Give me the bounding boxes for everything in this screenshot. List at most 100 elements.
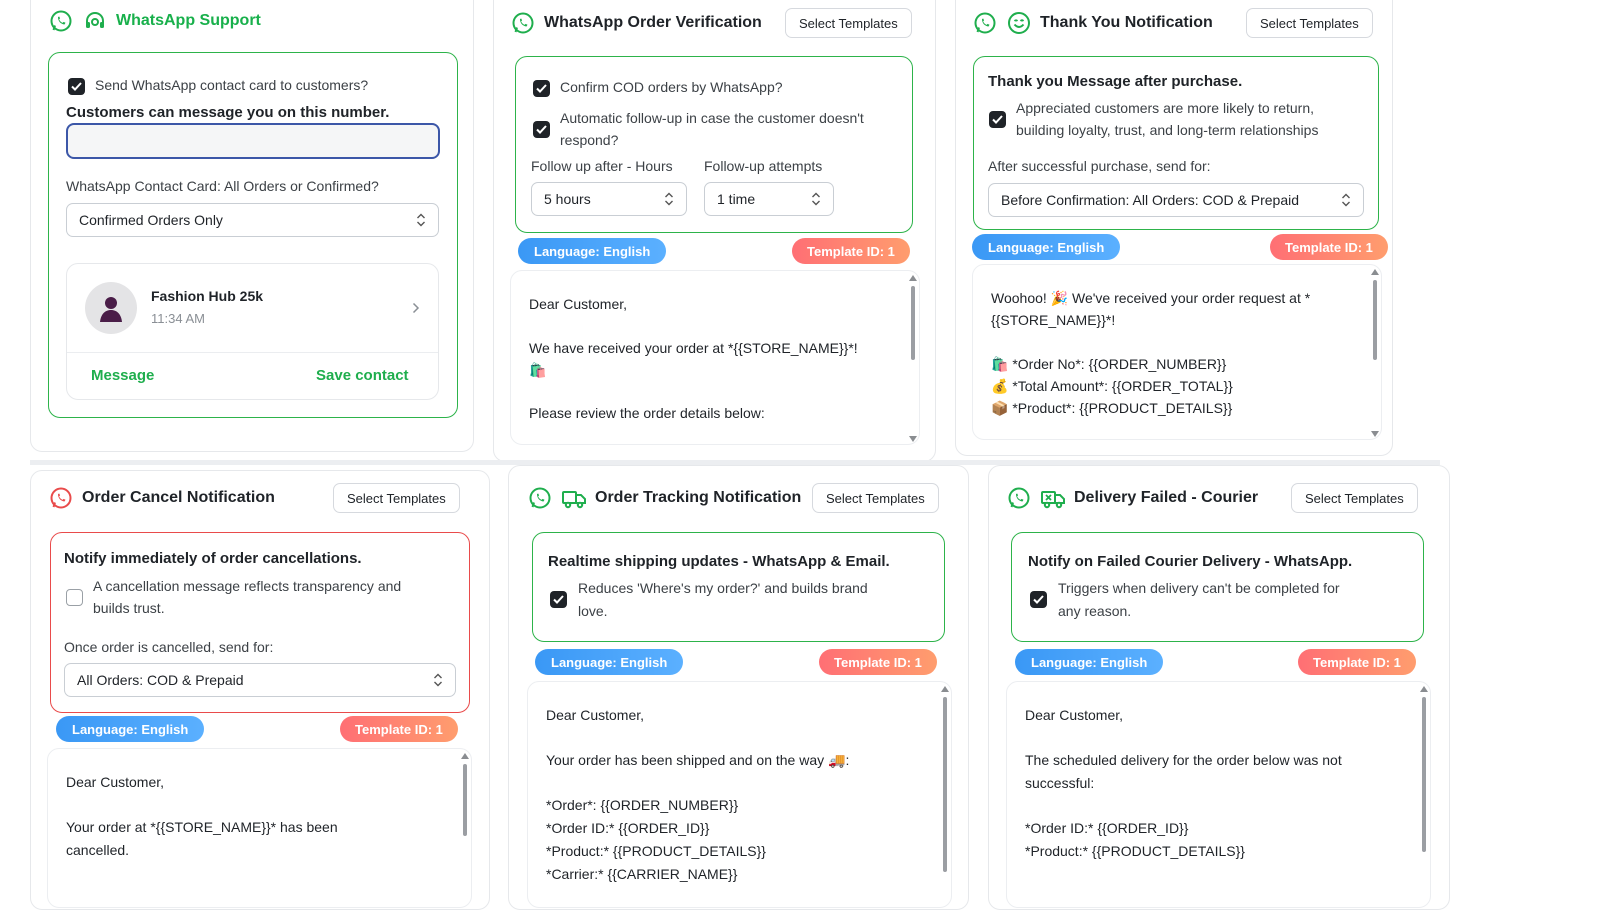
scroll-thumb[interactable] — [943, 697, 947, 872]
thank-you-settings-box: Thank you Message after purchase. Apprec… — [973, 56, 1379, 230]
scroll-down-arrow[interactable] — [909, 436, 917, 442]
auto-followup-checkbox[interactable] — [533, 121, 550, 138]
thank-you-header: Thank You Notification — [972, 10, 1213, 36]
chevron-right-icon[interactable] — [412, 302, 420, 314]
chevron-updown-icon — [812, 192, 820, 206]
scrollbar[interactable] — [1419, 684, 1429, 907]
scroll-up-arrow[interactable] — [941, 686, 949, 692]
cancel-send-for-select[interactable]: All Orders: COD & Prepaid — [64, 663, 456, 697]
message-line: *Carrier:* {{CARRIER_NAME}} — [546, 866, 738, 882]
order-verification-header: WhatsApp Order Verification — [510, 10, 762, 36]
contact-time: 11:34 AM — [151, 311, 205, 326]
verification-message-preview: Dear Customer, We have received your ord… — [510, 270, 920, 445]
followup-hours-select[interactable]: 5 hours — [531, 182, 687, 216]
message-line: 📦 *Product*: {{PRODUCT_DETAILS}} — [991, 400, 1233, 416]
whatsapp-icon — [48, 485, 74, 511]
chevron-updown-icon — [1342, 193, 1350, 207]
message-link[interactable]: Message — [91, 367, 154, 384]
message-line: The scheduled delivery for the order bel… — [1025, 752, 1342, 768]
thank-you-message-preview: Woohoo! 🎉 We've received your order requ… — [972, 264, 1382, 440]
message-line: *Order ID:* {{ORDER_ID}} — [1025, 820, 1189, 836]
cancel-template-id-badge: Template ID: 1 — [340, 716, 458, 742]
cancel-desc-line2: builds trust. — [93, 600, 165, 616]
tracking-select-templates-button[interactable]: Select Templates — [812, 483, 939, 513]
scrollbar[interactable] — [1370, 267, 1380, 439]
scroll-thumb[interactable] — [463, 764, 467, 836]
tracking-template-id-badge: Template ID: 1 — [819, 649, 937, 675]
confirm-cod-checkbox[interactable] — [533, 80, 550, 97]
thank-you-send-for-value: Before Confirmation: All Orders: COD & P… — [1001, 192, 1300, 208]
scroll-up-arrow[interactable] — [1371, 269, 1379, 275]
message-line: 💰 *Total Amount*: {{ORDER_TOTAL}} — [991, 378, 1233, 394]
message-line: cancelled. — [66, 842, 130, 858]
whatsapp-support-header: WhatsApp Support — [48, 8, 261, 34]
scrollbar[interactable] — [940, 684, 950, 907]
smile-icon — [1006, 10, 1032, 36]
tracking-settings-box: Realtime shipping updates - WhatsApp & E… — [532, 532, 945, 642]
contact-card-type-label: WhatsApp Contact Card: All Orders or Con… — [66, 178, 379, 194]
message-line: Dear Customer, — [1025, 707, 1124, 723]
thank-you-select-templates-button[interactable]: Select Templates — [1246, 8, 1373, 38]
message-line: We have received your order at *{{STORE_… — [529, 340, 858, 356]
followup-attempts-select[interactable]: 1 time — [704, 182, 834, 216]
cancel-select-templates-button[interactable]: Select Templates — [333, 483, 460, 513]
message-line: Dear Customer, — [66, 774, 165, 790]
message-line: 🛍️ *Order No*: {{ORDER_NUMBER}} — [991, 356, 1227, 372]
message-line: *Order*: {{ORDER_NUMBER}} — [546, 797, 739, 813]
failed-select-templates-button[interactable]: Select Templates — [1291, 483, 1418, 513]
message-line: successful: — [1025, 775, 1095, 791]
failed-enable-checkbox[interactable] — [1030, 591, 1047, 608]
scroll-thumb[interactable] — [1422, 697, 1426, 852]
verification-language-badge: Language: English — [518, 238, 667, 264]
scroll-down-arrow[interactable] — [1371, 431, 1379, 437]
whatsapp-icon — [972, 10, 998, 36]
order-tracking-header: Order Tracking Notification — [527, 485, 801, 511]
message-line: Your order at *{{STORE_NAME}}* has been — [66, 819, 338, 835]
failed-desc-line2: any reason. — [1058, 603, 1132, 619]
thank-you-enable-checkbox[interactable] — [989, 111, 1006, 128]
contact-card-divider — [67, 352, 438, 353]
avatar — [85, 282, 137, 334]
support-phone-input[interactable] — [66, 123, 440, 159]
verification-select-templates-button[interactable]: Select Templates — [785, 8, 912, 38]
scroll-up-arrow[interactable] — [461, 753, 469, 759]
verification-settings-box: Confirm COD orders by WhatsApp? Automati… — [515, 56, 913, 233]
auto-followup-label-line1: Automatic follow-up in case the customer… — [560, 110, 864, 126]
cancel-message-preview: Dear Customer, Your order at *{{STORE_NA… — [47, 748, 472, 908]
thank-you-desc-line1: Appreciated customers are more likely to… — [1016, 100, 1315, 116]
order-tracking-title: Order Tracking Notification — [595, 489, 802, 506]
thank-you-box-title: Thank you Message after purchase. — [988, 73, 1243, 90]
cancel-language-badge: Language: English — [56, 716, 205, 742]
scroll-up-arrow[interactable] — [909, 275, 917, 281]
followup-hours-label: Follow up after - Hours — [531, 158, 673, 174]
order-verification-title: WhatsApp Order Verification — [544, 14, 762, 31]
delivery-failed-title: Delivery Failed - Courier — [1074, 489, 1259, 506]
followup-hours-value: 5 hours — [544, 191, 591, 207]
failed-language-badge: Language: English — [1015, 649, 1164, 675]
cancel-enable-checkbox[interactable] — [66, 589, 83, 606]
scrollbar[interactable] — [908, 273, 918, 443]
contact-card-type-select[interactable]: Confirmed Orders Only — [66, 203, 439, 237]
send-contact-card-checkbox[interactable] — [68, 78, 85, 95]
order-cancel-title: Order Cancel Notification — [82, 489, 275, 506]
failed-message-preview: Dear Customer, The scheduled delivery fo… — [1006, 681, 1431, 908]
scrollbar[interactable] — [460, 751, 470, 907]
thank-you-title: Thank You Notification — [1040, 14, 1213, 31]
scroll-up-arrow[interactable] — [1420, 686, 1428, 692]
failed-settings-box: Notify on Failed Courier Delivery - What… — [1011, 532, 1424, 642]
save-contact-link[interactable]: Save contact — [316, 367, 409, 384]
message-line: {{STORE_NAME}}*! — [991, 312, 1116, 328]
thank-you-template-id-badge: Template ID: 1 — [1270, 234, 1388, 260]
message-line: Dear Customer, — [529, 296, 628, 312]
thank-you-send-for-select[interactable]: Before Confirmation: All Orders: COD & P… — [988, 183, 1364, 217]
failed-template-id-badge: Template ID: 1 — [1298, 649, 1416, 675]
tracking-enable-checkbox[interactable] — [550, 591, 567, 608]
message-line: *Product:* {{PRODUCT_DETAILS}} — [546, 843, 766, 859]
auto-followup-label-line2: respond? — [560, 132, 619, 148]
cancel-box-title: Notify immediately of order cancellation… — [64, 550, 362, 567]
scroll-thumb[interactable] — [911, 286, 915, 360]
scroll-thumb[interactable] — [1373, 280, 1377, 360]
message-line: *Product:* {{PRODUCT_DETAILS}} — [1025, 843, 1245, 859]
delivery-failed-header: Delivery Failed - Courier — [1006, 485, 1258, 511]
support-settings-box: Send WhatsApp contact card to customers?… — [48, 52, 458, 418]
